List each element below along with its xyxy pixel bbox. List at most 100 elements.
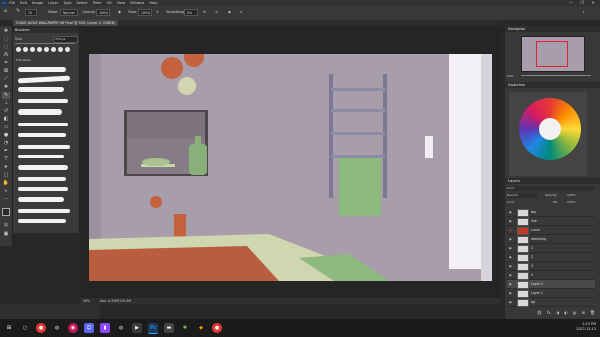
menu-layer[interactable]: Layer bbox=[48, 1, 58, 5]
navigator-zoom-value[interactable]: 50% bbox=[507, 74, 514, 78]
brush-preset-stroke[interactable] bbox=[18, 209, 70, 213]
brush-preset-stroke[interactable] bbox=[17, 75, 71, 84]
quick-mask-icon[interactable]: ◎ bbox=[2, 222, 10, 229]
layer-row[interactable]: ◉ sketching bbox=[507, 235, 595, 244]
chrome-icon[interactable]: ● bbox=[36, 323, 46, 333]
eyedropper-tool-icon[interactable]: ⟋ bbox=[2, 76, 10, 83]
brush-preset-stroke[interactable] bbox=[18, 133, 66, 137]
smoothing-settings-icon[interactable]: ⚙ bbox=[203, 10, 206, 14]
menu-edit[interactable]: Edit bbox=[20, 1, 27, 5]
more-tools-icon[interactable]: ⋯ bbox=[2, 196, 10, 203]
layer-row[interactable]: ◉ 4 bbox=[507, 271, 595, 280]
mode-dropdown[interactable]: Normal bbox=[60, 9, 78, 16]
brush-preset-stroke[interactable] bbox=[18, 155, 64, 158]
layer-name[interactable]: Layer 1 bbox=[531, 290, 543, 296]
crop-tool-icon[interactable]: ⌗ bbox=[2, 60, 10, 67]
brush-preset-stroke[interactable] bbox=[18, 177, 66, 181]
zoom-tool-icon[interactable]: ⌕ bbox=[2, 188, 10, 195]
link-layers-icon[interactable]: ⛓ bbox=[537, 310, 542, 318]
system-clock[interactable]: 2:15 PM 2022-12-13 bbox=[576, 322, 596, 332]
layer-name[interactable]: line bbox=[531, 218, 537, 224]
shape-tool-icon[interactable]: ▢ bbox=[2, 172, 10, 179]
layer-row-selected[interactable]: ◉ Layer 2 bbox=[507, 280, 595, 289]
layer-name[interactable]: Layer 2 bbox=[531, 281, 543, 287]
canvas-area[interactable] bbox=[80, 26, 501, 298]
app-orange-icon[interactable]: ◆ bbox=[196, 323, 206, 333]
brush-preset-stroke[interactable] bbox=[18, 123, 68, 126]
layer-name[interactable]: 1 bbox=[531, 245, 533, 251]
move-tool-icon[interactable]: ✥ bbox=[2, 28, 10, 35]
visibility-eye-icon[interactable]: ◉ bbox=[509, 300, 512, 304]
file-explorer-icon[interactable]: ▬ bbox=[164, 323, 174, 333]
layer-name[interactable]: top bbox=[531, 209, 536, 215]
menu-3d[interactable]: 3D bbox=[107, 1, 112, 5]
recent-brush-preset[interactable] bbox=[65, 47, 70, 52]
menu-select[interactable]: Select bbox=[77, 1, 88, 5]
share-icon[interactable]: ⇪ bbox=[582, 10, 585, 14]
opacity-field[interactable]: 100% bbox=[96, 9, 110, 16]
app-green-icon[interactable]: ✱ bbox=[180, 323, 190, 333]
brush-preset-stroke[interactable] bbox=[18, 197, 64, 202]
symmetry-icon[interactable]: ⧖ bbox=[240, 10, 242, 14]
type-tool-icon[interactable]: T bbox=[2, 156, 10, 163]
quick-select-tool-icon[interactable]: ⁂ bbox=[2, 52, 10, 59]
visibility-eye-icon[interactable]: ◉ bbox=[509, 291, 512, 295]
menu-type[interactable]: Type bbox=[63, 1, 71, 5]
app-icon[interactable]: ◉ bbox=[68, 323, 78, 333]
airbrush-icon[interactable]: ✈ bbox=[156, 10, 159, 14]
visibility-eye-icon[interactable]: ◉ bbox=[509, 237, 512, 241]
recent-brush-preset[interactable] bbox=[44, 47, 49, 52]
dodge-tool-icon[interactable]: ◔ bbox=[2, 140, 10, 147]
recent-brush-preset[interactable] bbox=[37, 47, 42, 52]
photoshop-taskbar-icon[interactable]: Ps bbox=[148, 323, 158, 334]
layer-row[interactable]: ◉ bg bbox=[507, 298, 595, 307]
angle-icon[interactable]: ∠ bbox=[215, 10, 218, 14]
start-icon[interactable]: ⊞ bbox=[4, 323, 14, 333]
layer-filter-bar[interactable]: Kind bbox=[507, 186, 595, 191]
layer-name[interactable]: curve bbox=[531, 227, 540, 233]
brush-size-slider[interactable] bbox=[15, 43, 75, 44]
home-icon[interactable]: ⌂ bbox=[4, 8, 7, 14]
color-wheel-swatches[interactable] bbox=[519, 98, 581, 160]
artwork-canvas[interactable] bbox=[89, 54, 492, 281]
recent-brush-preset[interactable] bbox=[58, 47, 63, 52]
brush-tool-icon[interactable]: ✎ bbox=[16, 8, 20, 14]
visibility-eye-icon[interactable]: ◉ bbox=[509, 210, 512, 214]
layer-row[interactable]: ◉ 1 bbox=[507, 244, 595, 253]
layer-name[interactable]: 4 bbox=[531, 272, 533, 278]
layer-row[interactable]: ◉ top bbox=[507, 208, 595, 217]
gradient-tool-icon[interactable]: ▭ bbox=[2, 124, 10, 131]
new-group-icon[interactable]: ▤ bbox=[573, 310, 577, 318]
layer-style-icon[interactable]: fx bbox=[547, 310, 551, 318]
pressure-size-icon[interactable]: ◉ bbox=[228, 10, 231, 14]
menu-help[interactable]: Help bbox=[149, 1, 157, 5]
brush-preset-stroke[interactable] bbox=[18, 187, 68, 191]
delete-layer-icon[interactable]: 🗑 bbox=[590, 310, 595, 318]
menu-image[interactable]: Image bbox=[32, 1, 43, 5]
visibility-eye-icon[interactable]: ◉ bbox=[509, 255, 512, 259]
hand-tool-icon[interactable]: ✋ bbox=[2, 180, 10, 187]
pressure-opacity-icon[interactable]: ◉ bbox=[118, 10, 121, 14]
navigator-preview[interactable] bbox=[521, 36, 585, 72]
visibility-eye-icon[interactable]: ◉ bbox=[509, 228, 512, 232]
pen-tool-icon[interactable]: ✒ bbox=[2, 148, 10, 155]
navigator-view-box[interactable] bbox=[536, 41, 568, 67]
menu-window[interactable]: Window bbox=[130, 1, 144, 5]
screen-mode-icon[interactable]: ▣ bbox=[2, 231, 10, 238]
brush-preset-stroke[interactable] bbox=[18, 87, 64, 92]
steam-2-icon[interactable]: ◍ bbox=[116, 323, 126, 333]
brush-folder-name[interactable]: Brushes bbox=[18, 58, 30, 62]
navigator-zoom-slider[interactable] bbox=[521, 75, 591, 76]
layer-row[interactable]: ◉ 2 bbox=[507, 253, 595, 262]
add-mask-icon[interactable]: ◑ bbox=[556, 310, 560, 318]
layer-row[interactable]: ◉ line bbox=[507, 217, 595, 226]
layer-opacity-value[interactable]: 100% bbox=[567, 193, 576, 198]
record-icon[interactable]: ● bbox=[212, 323, 222, 333]
brush-preset-stroke[interactable] bbox=[18, 99, 68, 103]
menu-view[interactable]: View bbox=[117, 1, 126, 5]
stamp-tool-icon[interactable]: ⊥ bbox=[2, 100, 10, 107]
video-editor-icon[interactable]: ▶ bbox=[132, 323, 142, 333]
menu-file[interactable]: File bbox=[9, 1, 15, 5]
foreground-color-swatch[interactable] bbox=[2, 208, 10, 216]
visibility-eye-icon[interactable]: ◉ bbox=[509, 219, 512, 223]
